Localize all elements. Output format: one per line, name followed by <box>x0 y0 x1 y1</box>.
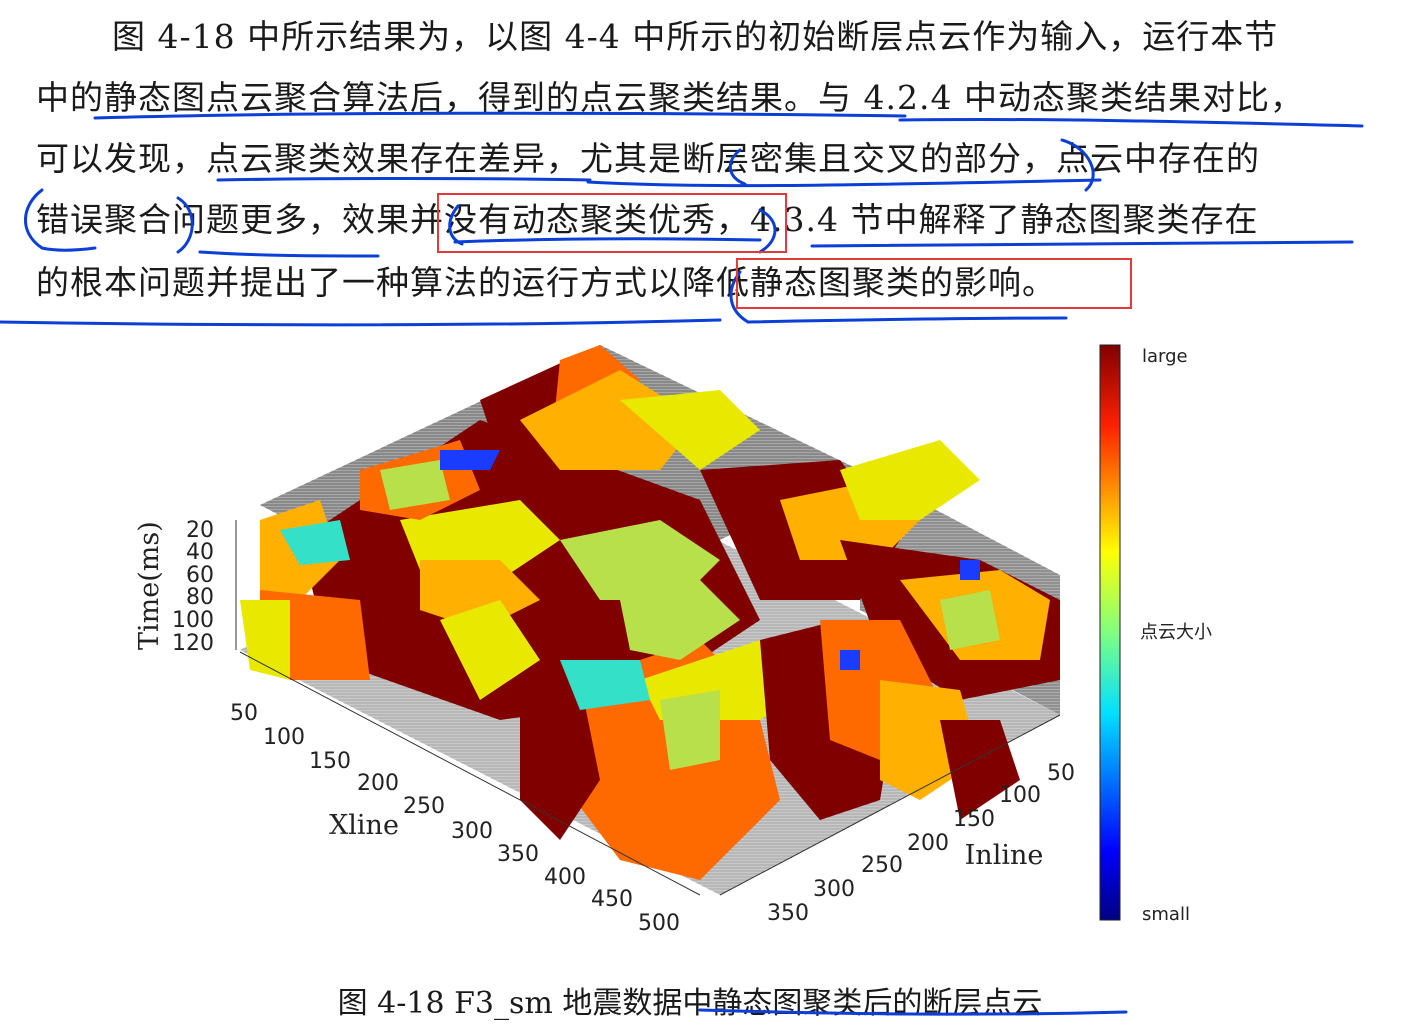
paragraph-line-2: 中的静态图点云聚合算法后，得到的点云聚类结果。与 4.2.4 中动态聚类结果对比… <box>36 78 1304 117</box>
x-tick: 100 <box>263 725 305 750</box>
figure-caption: 图 4-18 F3_sm 地震数据中静态图聚类后的断层点云 <box>0 978 1420 1022</box>
x-axis-label: Xline <box>329 810 399 841</box>
colorbar-top-label: large <box>1142 346 1188 367</box>
fault-clusters <box>240 345 1060 880</box>
figure-caption-text: 图 4-18 F3_sm 地震数据中静态图聚类后的断层点云 <box>337 986 1043 1021</box>
x-tick: 400 <box>544 865 586 890</box>
y-tick: 200 <box>907 831 949 856</box>
y-tick: 250 <box>861 853 903 878</box>
z-axis-label: Time(ms) <box>134 521 165 650</box>
y-tick: 350 <box>767 901 809 926</box>
underline-stroke <box>198 250 380 258</box>
x-tick: 500 <box>638 911 680 936</box>
paragraph-line-5: 的根本问题并提出了一种算法的运行方式以降低静态图聚类的影响。 <box>36 263 1056 302</box>
x-tick: 200 <box>357 771 399 796</box>
paragraph-line-1: 图 4-18 中所示结果为，以图 4-4 中所示的初始断层点云作为输入，运行本节 <box>112 17 1279 56</box>
paragraph-line-4: 错误聚合问题更多，效果并没有动态聚类优秀，4.3.4 节中解释了静态图聚类存在 <box>36 200 1259 239</box>
y-tick: 50 <box>1047 761 1075 786</box>
x-tick: 350 <box>497 842 539 867</box>
x-tick: 250 <box>403 794 445 819</box>
z-tick: 100 <box>172 608 214 633</box>
underline-stroke <box>586 178 1102 188</box>
colorbar-bottom-label: small <box>1142 904 1190 925</box>
paragraph-line-3: 可以发现，点云聚类效果存在差异，尤其是断层密集且交叉的部分，点云中存在的 <box>36 139 1260 178</box>
underline-stroke <box>0 318 722 327</box>
x-tick: 50 <box>230 701 258 726</box>
underline-stroke <box>40 246 97 252</box>
y-tick: 100 <box>999 783 1041 808</box>
y-tick: 300 <box>813 877 855 902</box>
underline-stroke <box>898 117 1364 128</box>
x-tick: 150 <box>309 749 351 774</box>
z-tick: 80 <box>186 585 214 610</box>
colorbar-middle-label: 点云大小 <box>1140 622 1212 643</box>
z-tick: 40 <box>186 540 214 565</box>
y-axis-label: Inline <box>965 840 1044 871</box>
underline-stroke <box>810 240 1354 248</box>
x-tick: 300 <box>451 819 493 844</box>
fault-point-cloud-figure: 20 40 60 80 100 120 Time(ms) 50 100 150 … <box>134 344 1212 936</box>
underline-stroke <box>746 316 1068 324</box>
z-axis: 20 40 60 80 100 120 Time(ms) <box>134 518 237 656</box>
x-tick: 450 <box>591 887 633 912</box>
y-tick: 150 <box>953 807 995 832</box>
colorbar: large 点云大小 small <box>1099 344 1212 925</box>
z-tick: 120 <box>172 631 214 656</box>
